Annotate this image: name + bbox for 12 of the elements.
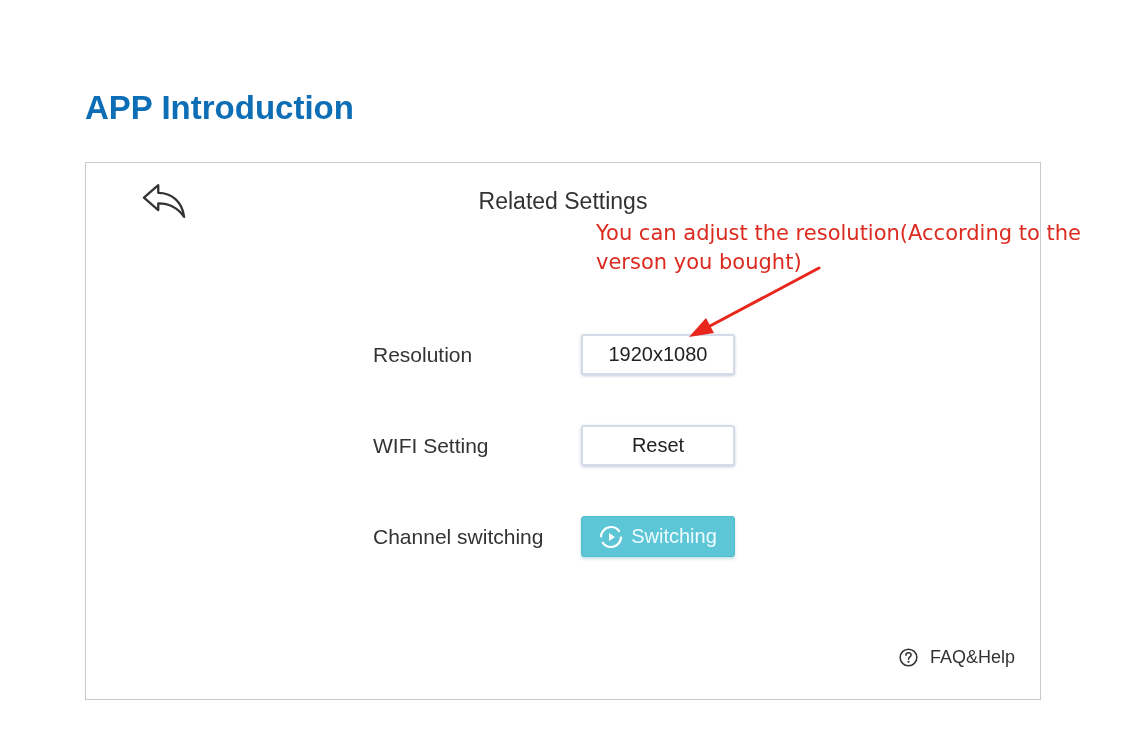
play-circle-icon	[599, 524, 624, 549]
help-link[interactable]: FAQ&Help	[898, 647, 1015, 668]
screen-title: Related Settings	[478, 187, 648, 215]
setting-button[interactable]: 1920x1080	[581, 334, 735, 375]
back-icon[interactable]	[142, 183, 186, 219]
setting-button[interactable]: Reset	[581, 425, 735, 466]
annotation-text: You can adjust the resolution(According to the verson you bought)	[596, 220, 1082, 276]
setting-label: Channel switching	[373, 524, 544, 549]
setting-label: Resolution	[373, 342, 473, 367]
page-title: APP Introduction	[85, 88, 354, 128]
help-icon	[898, 648, 918, 667]
setting-label: WIFI Setting	[373, 433, 489, 458]
